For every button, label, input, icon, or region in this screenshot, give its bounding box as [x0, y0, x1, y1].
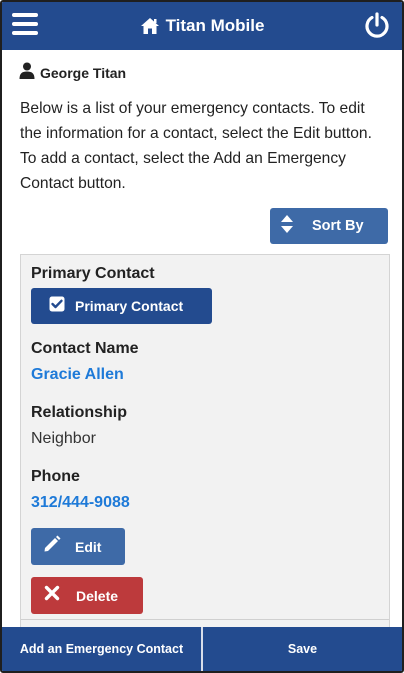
- save-button[interactable]: Save: [203, 627, 402, 671]
- pencil-icon: [43, 535, 61, 558]
- sort-by-button[interactable]: Sort By: [270, 208, 388, 244]
- contact-name-link[interactable]: Gracie Allen: [31, 366, 124, 384]
- bottom-bar: Add an Emergency Contact Save: [2, 627, 402, 671]
- user-name: George Titan: [40, 65, 127, 81]
- card-divider: [21, 619, 389, 620]
- app-frame: Titan Mobile George Titan Below is a lis…: [0, 0, 404, 673]
- checkbox-checked-icon: [49, 296, 65, 317]
- add-emergency-contact-button[interactable]: Add an Emergency Contact: [2, 627, 203, 671]
- edit-button[interactable]: Edit: [31, 528, 125, 565]
- phone-heading: Phone: [31, 468, 80, 485]
- primary-contact-toggle[interactable]: Primary Contact: [31, 288, 212, 324]
- contact-card: Primary Contact Primary Contact Contact …: [20, 254, 390, 627]
- power-icon[interactable]: [364, 12, 390, 38]
- sort-by-label: Sort By: [312, 218, 364, 234]
- app-title-group: Titan Mobile: [2, 2, 402, 50]
- primary-contact-button-label: Primary Contact: [75, 298, 184, 314]
- main-content: George Titan Below is a list of your eme…: [2, 50, 402, 627]
- sort-icon: [280, 214, 294, 239]
- home-icon[interactable]: [140, 17, 160, 35]
- user-info: George Titan: [19, 62, 126, 84]
- edit-button-label: Edit: [75, 538, 102, 555]
- relationship-value: Neighbor: [31, 430, 96, 447]
- delete-button[interactable]: Delete: [31, 577, 143, 614]
- app-title: Titan Mobile: [165, 16, 265, 35]
- instructions-text: Below is a list of your emergency contac…: [20, 100, 372, 192]
- delete-button-label: Delete: [76, 587, 119, 604]
- relationship-heading: Relationship: [31, 404, 128, 421]
- phone-link[interactable]: 312/444-9088: [31, 494, 130, 512]
- user-icon: [19, 62, 35, 84]
- top-bar: Titan Mobile: [2, 2, 402, 50]
- contact-name-heading: Contact Name: [31, 340, 139, 357]
- close-icon: [44, 585, 60, 606]
- primary-contact-heading: Primary Contact: [31, 265, 155, 282]
